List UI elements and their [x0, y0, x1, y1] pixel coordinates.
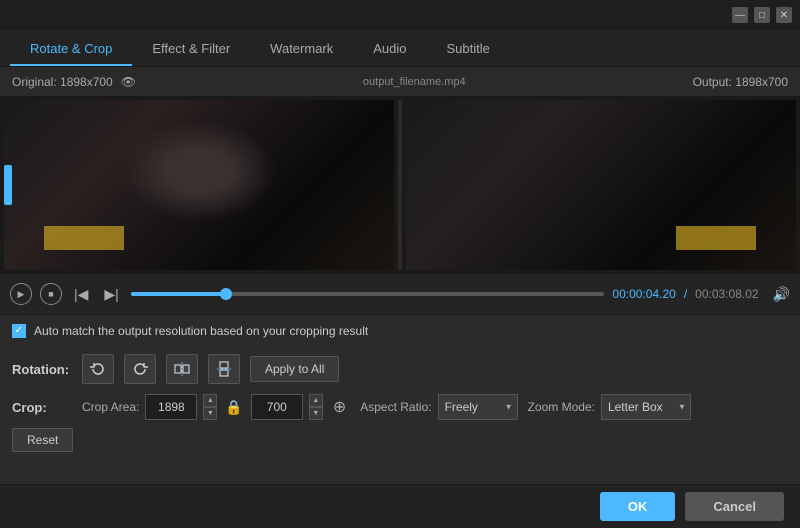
rotate-cw-icon	[132, 361, 148, 377]
width-spinbox: ▲ ▼	[203, 394, 217, 420]
video-frame-right	[406, 100, 796, 270]
height-down-arrow[interactable]: ▼	[309, 407, 323, 420]
stop-button[interactable]: ■	[40, 283, 62, 305]
maximize-button[interactable]: □	[754, 7, 770, 23]
crop-center-icon[interactable]: ⊕	[333, 397, 346, 417]
output-size-label: Output: 1898x700	[693, 75, 788, 89]
zoom-mode-section: Zoom Mode: Letter Box Pan & Scan Full	[528, 394, 691, 420]
preview-right	[406, 100, 796, 270]
rotation-label: Rotation:	[12, 362, 72, 377]
flip-h-icon	[174, 361, 190, 377]
crop-area-label: Crop Area:	[82, 400, 139, 414]
timeline-bar[interactable]	[131, 292, 605, 296]
ok-button[interactable]: OK	[600, 492, 676, 521]
aspect-ratio-select[interactable]: Freely Original 16:9 4:3 1:1 9:16	[438, 394, 518, 420]
reset-button[interactable]: Reset	[12, 428, 73, 452]
zoom-mode-select[interactable]: Letter Box Pan & Scan Full	[601, 394, 691, 420]
tab-audio[interactable]: Audio	[353, 33, 426, 66]
info-bar: Original: 1898x700 👁 output_filename.mp4…	[0, 66, 800, 96]
rotate-ccw-button[interactable]	[82, 354, 114, 384]
height-spinbox: ▲ ▼	[309, 394, 323, 420]
width-up-arrow[interactable]: ▲	[203, 394, 217, 407]
close-button[interactable]: ✕	[776, 7, 792, 23]
minimize-button[interactable]: —	[732, 7, 748, 23]
tab-rotate-crop[interactable]: Rotate & Crop	[10, 33, 132, 66]
preview-left	[4, 100, 394, 270]
flip-vertical-button[interactable]	[208, 354, 240, 384]
eye-icon[interactable]: 👁	[121, 75, 136, 89]
filename-label: output_filename.mp4	[136, 76, 693, 88]
rotate-cw-button[interactable]	[124, 354, 156, 384]
crop-width-input[interactable]	[145, 394, 197, 420]
rotate-ccw-icon	[90, 361, 106, 377]
height-up-arrow[interactable]: ▲	[309, 394, 323, 407]
play-button[interactable]: ▶	[10, 283, 32, 305]
title-bar: — □ ✕	[0, 0, 800, 30]
original-size-label: Original: 1898x700	[12, 75, 113, 89]
prev-frame-button[interactable]: |◀	[70, 284, 92, 305]
tab-effect-filter[interactable]: Effect & Filter	[132, 33, 250, 66]
video-frame-left	[4, 100, 394, 270]
rotation-row: Rotation:	[12, 354, 788, 384]
lock-icon[interactable]: 🔒	[223, 399, 244, 416]
next-frame-button[interactable]: ▶|	[100, 284, 122, 305]
current-time: 00:00:04.20	[612, 287, 675, 301]
tab-subtitle[interactable]: Subtitle	[427, 33, 510, 66]
playback-bar: ▶ ■ |◀ ▶| 00:00:04.20 / 00:03:08.02 🔊	[0, 274, 800, 314]
total-time: 00:03:08.02	[695, 287, 758, 301]
auto-match-label: Auto match the output resolution based o…	[34, 324, 368, 338]
crop-row: Crop: Crop Area: ▲ ▼ 🔒 ▲ ▼ ⊕ Aspect Rati…	[12, 394, 788, 420]
cancel-button[interactable]: Cancel	[685, 492, 784, 521]
zoom-mode-label: Zoom Mode:	[528, 400, 595, 414]
time-separator: /	[684, 287, 687, 301]
aspect-ratio-wrapper: Freely Original 16:9 4:3 1:1 9:16	[438, 394, 518, 420]
aspect-ratio-section: Aspect Ratio: Freely Original 16:9 4:3 1…	[360, 394, 517, 420]
reset-row: Reset	[12, 428, 788, 452]
auto-match-row: ✓ Auto match the output resolution based…	[0, 314, 800, 346]
preview-divider	[398, 100, 402, 270]
crop-area-section: Crop Area: ▲ ▼ 🔒 ▲ ▼ ⊕	[82, 394, 350, 420]
controls-area: Rotation:	[0, 346, 800, 460]
flip-v-icon	[216, 361, 232, 377]
crop-height-input[interactable]	[251, 394, 303, 420]
flip-horizontal-button[interactable]	[166, 354, 198, 384]
footer: OK Cancel	[0, 484, 800, 528]
tab-bar: Rotate & Crop Effect & Filter Watermark …	[0, 30, 800, 66]
auto-match-checkbox[interactable]: ✓	[12, 324, 26, 338]
width-down-arrow[interactable]: ▼	[203, 407, 217, 420]
volume-icon[interactable]: 🔊	[773, 286, 790, 303]
crop-label: Crop:	[12, 400, 72, 415]
timeline-progress	[131, 292, 226, 296]
zoom-mode-wrapper: Letter Box Pan & Scan Full	[601, 394, 691, 420]
crop-left-handle[interactable]	[4, 165, 12, 205]
tab-watermark[interactable]: Watermark	[250, 33, 353, 66]
preview-area	[0, 96, 800, 274]
apply-to-all-button[interactable]: Apply to All	[250, 356, 339, 382]
aspect-ratio-label: Aspect Ratio:	[360, 400, 431, 414]
timeline-thumb[interactable]	[220, 288, 232, 300]
